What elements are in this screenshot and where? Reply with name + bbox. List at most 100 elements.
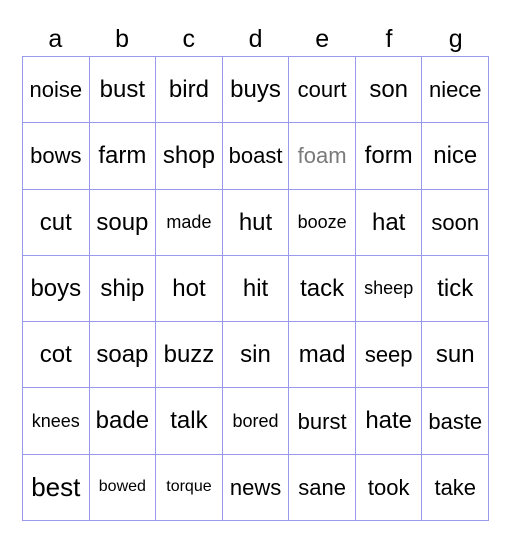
- bingo-cell-g3[interactable]: soon: [422, 189, 490, 256]
- bingo-cell-word: bust: [99, 76, 146, 104]
- bingo-cell-f2[interactable]: form: [355, 123, 423, 190]
- bingo-cell-word: take: [434, 474, 477, 500]
- bingo-cell-word: hit: [242, 274, 269, 302]
- bingo-cell-word: hot: [172, 274, 206, 302]
- column-header-a: a: [48, 24, 63, 53]
- bingo-cell-word: shop: [162, 142, 215, 170]
- bingo-cell-e1[interactable]: court: [289, 57, 356, 124]
- bingo-row: boys ship hot hit tack sheep tick: [23, 255, 490, 323]
- bingo-cell-word: bird: [168, 76, 209, 104]
- bingo-cell-word: hat: [371, 208, 406, 236]
- bingo-cell-word: talk: [170, 407, 208, 435]
- column-header-e: e: [315, 24, 330, 53]
- bingo-cell-g1[interactable]: niece: [422, 57, 490, 124]
- bingo-cell-word: hate: [365, 407, 413, 435]
- bingo-cell-d6[interactable]: bored: [222, 388, 290, 455]
- bingo-cell-b4[interactable]: ship: [89, 255, 157, 323]
- bingo-cell-word: boast: [228, 143, 283, 169]
- bingo-cell-word: sane: [298, 474, 346, 500]
- bingo-cell-f1[interactable]: son: [355, 57, 423, 124]
- bingo-cell-word: boys: [30, 274, 82, 302]
- bingo-cell-e4[interactable]: tack: [289, 255, 356, 323]
- bingo-cell-d3[interactable]: hut: [222, 189, 290, 256]
- bingo-cell-word: cut: [39, 208, 72, 236]
- bingo-row: best bowed torque news sane took take: [23, 454, 490, 521]
- bingo-cell-d2[interactable]: boast: [222, 123, 290, 190]
- bingo-cell-d1[interactable]: buys: [222, 57, 290, 124]
- bingo-cell-word: sin: [240, 341, 271, 369]
- bingo-cell-word: soap: [96, 341, 149, 369]
- bingo-row: bows farm shop boast foam form nice: [23, 123, 490, 190]
- bingo-cell-word: soon: [431, 209, 480, 235]
- column-header-d: d: [248, 24, 263, 53]
- bingo-cell-word: niece: [428, 77, 482, 103]
- bingo-cell-c6[interactable]: talk: [156, 388, 223, 455]
- bingo-cell-c2[interactable]: shop: [156, 123, 223, 190]
- bingo-cell-f7[interactable]: took: [355, 454, 423, 521]
- bingo-cell-word: foam: [297, 143, 347, 169]
- bingo-cell-g4[interactable]: tick: [422, 255, 490, 323]
- bingo-cell-b1[interactable]: bust: [89, 57, 157, 124]
- bingo-cell-word: soup: [96, 208, 149, 236]
- bingo-cell-word: bade: [95, 407, 150, 435]
- bingo-cell-word: farm: [98, 142, 147, 170]
- bingo-cell-word: sun: [435, 341, 475, 369]
- bingo-cell-g2[interactable]: nice: [422, 123, 490, 190]
- bingo-cell-a3[interactable]: cut: [23, 189, 90, 256]
- bingo-cell-c3[interactable]: made: [156, 189, 223, 256]
- bingo-row: cut soup made hut booze hat soon: [23, 189, 490, 256]
- bingo-cell-a7[interactable]: best: [23, 454, 90, 521]
- bingo-cell-word: court: [297, 77, 347, 103]
- bingo-cell-word: ship: [100, 274, 145, 302]
- bingo-cell-c7[interactable]: torque: [156, 454, 223, 521]
- bingo-cell-g5[interactable]: sun: [422, 322, 490, 389]
- bingo-row: knees bade talk bored burst hate baste: [23, 388, 490, 455]
- bingo-cell-e3[interactable]: booze: [289, 189, 356, 256]
- bingo-cell-word: nice: [433, 142, 478, 170]
- column-header-row: a b c d e f g: [22, 22, 489, 56]
- bingo-grid: noise bust bird buys court son niece bows farm sh…: [22, 56, 490, 521]
- bingo-cell-word: bows: [30, 143, 82, 169]
- bingo-cell-c4[interactable]: hot: [156, 255, 223, 323]
- bingo-cell-c1[interactable]: bird: [156, 57, 223, 124]
- bingo-cell-word: bored: [232, 410, 279, 431]
- bingo-cell-word: buzz: [163, 341, 215, 369]
- bingo-cell-a2[interactable]: bows: [23, 123, 90, 190]
- bingo-cell-f4[interactable]: sheep: [355, 255, 423, 323]
- bingo-cell-word: knees: [31, 410, 80, 431]
- bingo-cell-a6[interactable]: knees: [23, 388, 90, 455]
- bingo-cell-a1[interactable]: noise: [23, 57, 90, 124]
- bingo-cell-d4[interactable]: hit: [222, 255, 290, 323]
- column-header-c: c: [182, 24, 196, 53]
- bingo-cell-word: made: [166, 211, 212, 232]
- bingo-cell-b3[interactable]: soup: [89, 189, 157, 256]
- bingo-cell-word: cot: [39, 341, 72, 369]
- bingo-cell-word: news: [229, 474, 282, 500]
- bingo-cell-e6[interactable]: burst: [289, 388, 356, 455]
- bingo-cell-a4[interactable]: boys: [23, 255, 90, 323]
- bingo-cell-e2[interactable]: foam: [289, 123, 356, 190]
- bingo-cell-c5[interactable]: buzz: [156, 322, 223, 389]
- bingo-cell-a5[interactable]: cot: [23, 322, 90, 389]
- bingo-cell-word: best: [31, 471, 81, 502]
- bingo-cell-word: bowed: [98, 477, 146, 495]
- bingo-cell-b7[interactable]: bowed: [89, 454, 157, 521]
- bingo-cell-b2[interactable]: farm: [89, 123, 157, 190]
- bingo-cell-b5[interactable]: soap: [89, 322, 157, 389]
- bingo-cell-b6[interactable]: bade: [89, 388, 157, 455]
- column-header-b: b: [115, 24, 130, 53]
- bingo-cell-f3[interactable]: hat: [355, 189, 423, 256]
- bingo-cell-e7[interactable]: sane: [289, 454, 356, 521]
- bingo-cell-g7[interactable]: take: [422, 454, 490, 521]
- bingo-cell-f5[interactable]: seep: [355, 322, 423, 389]
- column-header-f: f: [385, 24, 393, 53]
- bingo-cell-d5[interactable]: sin: [222, 322, 290, 389]
- bingo-cell-d7[interactable]: news: [222, 454, 290, 521]
- bingo-cell-word: buys: [230, 76, 281, 104]
- bingo-cell-e5[interactable]: mad: [289, 322, 356, 389]
- bingo-cell-word: mad: [298, 341, 346, 369]
- bingo-cell-word: torque: [166, 477, 212, 495]
- bingo-cell-g6[interactable]: baste: [422, 388, 490, 455]
- bingo-cell-f6[interactable]: hate: [355, 388, 423, 455]
- bingo-cell-word: seep: [364, 342, 413, 368]
